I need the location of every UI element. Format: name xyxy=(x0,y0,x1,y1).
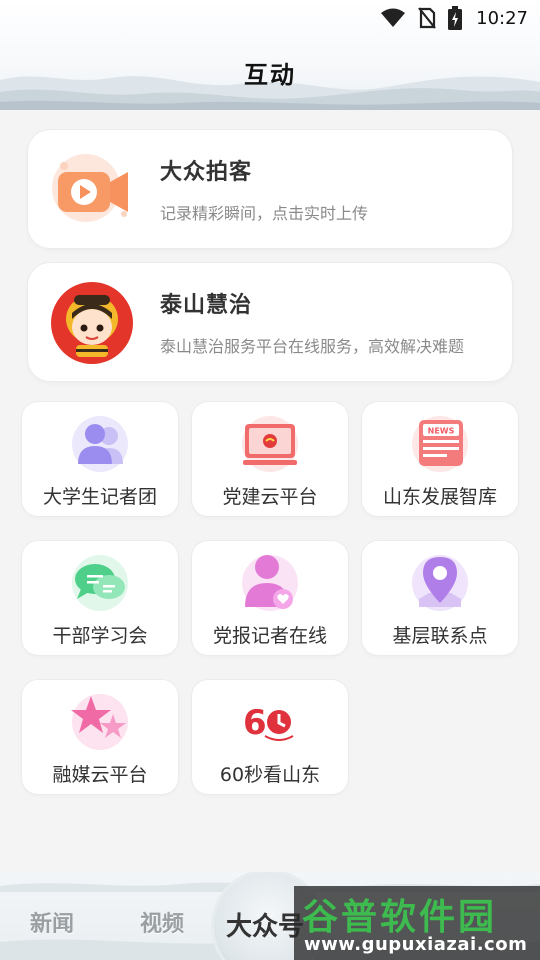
status-bar: 10:27 xyxy=(0,0,540,36)
card-description: 泰山慧治服务平台在线服务，高效解决难题 xyxy=(160,337,465,356)
tile-label: 山东发展智库 xyxy=(382,486,497,508)
card-huizhi[interactable]: 泰山慧治 泰山慧治服务平台在线服务，高效解决难题 xyxy=(28,263,512,381)
tile-reporter-online[interactable]: 党报记者在线 xyxy=(192,541,348,655)
news-icon: NEWS xyxy=(405,408,475,478)
header: 10:27 互动 xyxy=(0,0,540,110)
sixty-seconds-logo-icon: 6 xyxy=(235,686,305,756)
interaction-page: 10:27 互动 大众拍客 记录精彩瞬间，点击实时上传 泰山慧治 泰山慧治服务平… xyxy=(0,0,540,960)
battery-charging-icon xyxy=(448,6,463,30)
tile-party-cloud[interactable]: 党建云平台 xyxy=(192,402,348,516)
tile-grassroots[interactable]: 基层联系点 xyxy=(362,541,518,655)
tile-label: 党建云平台 xyxy=(222,486,318,508)
card-title: 泰山慧治 xyxy=(160,293,253,318)
watermark-url: www.gupuxiazai.com xyxy=(304,934,528,955)
card-paike[interactable]: 大众拍客 记录精彩瞬间，点击实时上传 xyxy=(28,130,512,248)
tile-label: 融媒云平台 xyxy=(52,764,148,786)
svg-text:6: 6 xyxy=(243,703,267,743)
watermark-overlay: 谷普软件园 www.gupuxiazai.com xyxy=(294,886,540,960)
users-icon xyxy=(65,408,135,478)
monitor-icon xyxy=(235,408,305,478)
tile-label: 基层联系点 xyxy=(392,625,488,647)
nav-item-news[interactable]: 新闻 xyxy=(30,906,74,938)
nav-center-label: 大众号 xyxy=(226,912,305,942)
tile-label: 60秒看山东 xyxy=(219,764,321,786)
no-sim-icon xyxy=(418,7,436,29)
video-camera-icon xyxy=(50,148,134,232)
wifi-icon xyxy=(381,8,406,27)
status-icons: 10:27 xyxy=(380,6,528,30)
tile-cadre-study[interactable]: 干部学习会 xyxy=(22,541,178,655)
status-time: 10:27 xyxy=(476,7,528,29)
chat-bubbles-icon xyxy=(65,547,135,617)
tile-label: 党报记者在线 xyxy=(212,625,327,647)
tile-student-reporters[interactable]: 大学生记者团 xyxy=(22,402,178,516)
tile-think-tank[interactable]: NEWS 山东发展智库 xyxy=(362,402,518,516)
map-pin-icon xyxy=(405,547,475,617)
card-description: 记录精彩瞬间，点击实时上传 xyxy=(160,204,369,223)
tile-media-cloud[interactable]: 融媒云平台 xyxy=(22,680,178,794)
stars-icon xyxy=(65,686,135,756)
card-title: 大众拍客 xyxy=(160,160,253,185)
user-heart-icon xyxy=(235,547,305,617)
nav-item-video[interactable]: 视频 xyxy=(140,906,184,938)
tile-label: 大学生记者团 xyxy=(42,486,157,508)
bottom-nav: 新闻 视频 大众号 谷普软件园 www.gupuxiazai.com xyxy=(0,872,540,960)
tile-label: 干部学习会 xyxy=(52,625,148,647)
page-title: 互动 xyxy=(244,61,296,89)
svg-text:NEWS: NEWS xyxy=(428,427,455,436)
watermark-title: 谷普软件园 xyxy=(302,897,498,938)
mascot-avatar-icon xyxy=(50,281,134,365)
tile-sixty-seconds[interactable]: 6 60秒看山东 xyxy=(192,680,348,794)
